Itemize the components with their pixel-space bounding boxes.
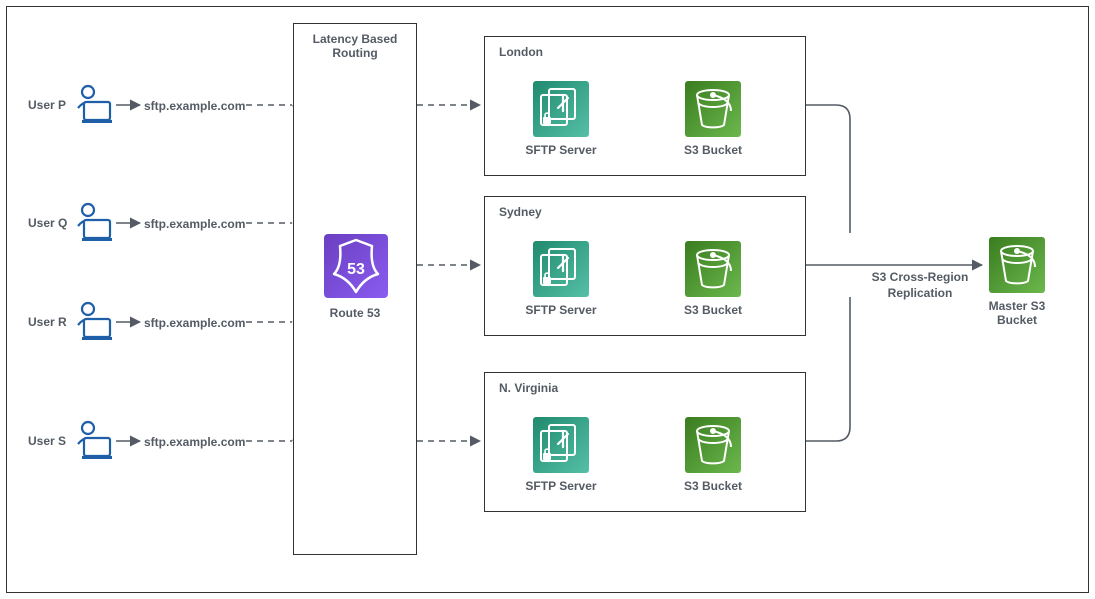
s3-bucket-icon bbox=[685, 241, 741, 297]
s3-bucket-icon bbox=[685, 81, 741, 137]
hostname-label: sftp.example.com bbox=[144, 435, 245, 449]
client-icon bbox=[72, 200, 114, 242]
route53-icon: 53 bbox=[324, 234, 388, 298]
master-s3-bucket-icon bbox=[989, 237, 1045, 293]
region-title: London bbox=[485, 37, 805, 59]
hostname-label: sftp.example.com bbox=[144, 99, 245, 113]
sftp-server-icon bbox=[533, 241, 589, 297]
s3-caption: S3 Bucket bbox=[668, 479, 758, 493]
region-title: Sydney bbox=[485, 197, 805, 219]
client-icon bbox=[72, 299, 114, 341]
region-box-london: London SFTP Server S3 Bucket bbox=[484, 36, 806, 176]
region-title: N. Virginia bbox=[485, 373, 805, 395]
sftp-caption: SFTP Server bbox=[516, 143, 606, 157]
region-box-sydney: Sydney SFTP Server S3 Bucket bbox=[484, 196, 806, 336]
sftp-server-icon bbox=[533, 417, 589, 473]
s3-caption: S3 Bucket bbox=[668, 303, 758, 317]
master-bucket-caption: Master S3 Bucket bbox=[972, 299, 1062, 327]
user-label: User Q bbox=[28, 216, 67, 230]
client-icon bbox=[72, 82, 114, 124]
route53-number: 53 bbox=[347, 261, 365, 278]
region-box-nvirginia: N. Virginia SFTP Server S3 Bucket bbox=[484, 372, 806, 512]
user-label: User S bbox=[28, 434, 66, 448]
hostname-label: sftp.example.com bbox=[144, 316, 245, 330]
user-label: User R bbox=[28, 315, 67, 329]
routing-title: Latency Based Routing bbox=[294, 24, 416, 60]
user-label: User P bbox=[28, 98, 66, 112]
replication-label: S3 Cross-Region Replication bbox=[862, 270, 978, 301]
s3-caption: S3 Bucket bbox=[668, 143, 758, 157]
diagram-canvas: User P sftp.example.com User Q sftp.exam… bbox=[0, 0, 1095, 599]
sftp-server-icon bbox=[533, 81, 589, 137]
route53-caption: Route 53 bbox=[294, 306, 416, 322]
route53-container: Latency Based Routing 53 Route 53 bbox=[293, 23, 417, 555]
s3-bucket-icon bbox=[685, 417, 741, 473]
client-icon bbox=[72, 418, 114, 460]
sftp-caption: SFTP Server bbox=[516, 479, 606, 493]
sftp-caption: SFTP Server bbox=[516, 303, 606, 317]
hostname-label: sftp.example.com bbox=[144, 217, 245, 231]
